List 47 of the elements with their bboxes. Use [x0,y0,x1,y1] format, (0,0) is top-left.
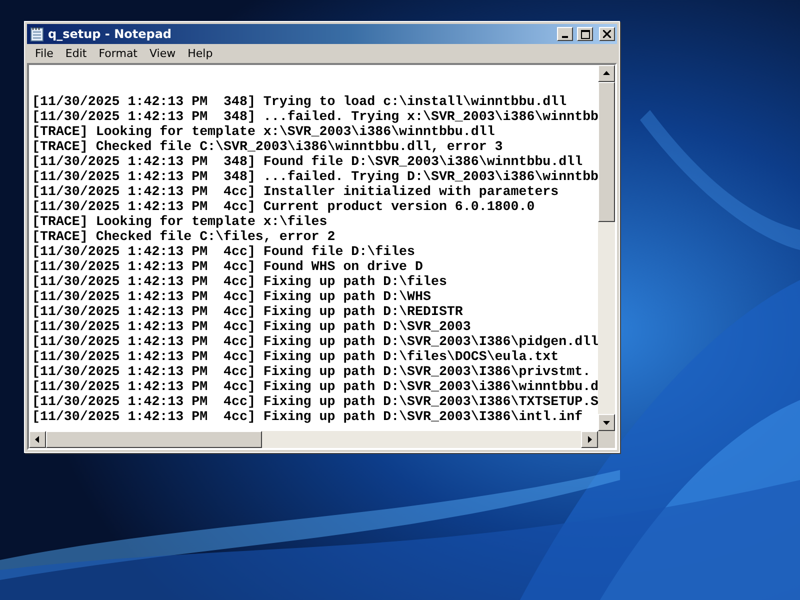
notepad-icon [30,26,44,42]
minimize-button[interactable] [557,27,573,41]
down-arrow-icon [603,419,610,426]
log-line: [TRACE] Looking for template x:\files [32,214,328,229]
scroll-up-button[interactable] [598,65,615,82]
log-line: [TRACE] Checked file C:\SVR_2003\i386\winntbbu.dll, error 3 [32,139,503,154]
log-line: [TRACE] Checked file C:\files, error 2 [32,229,336,244]
close-icon [603,30,611,38]
scroll-right-button[interactable] [581,431,598,448]
log-line: [11/30/2025 1:42:13 PM 348] Found file D:\SVR_2003\i386\winntbbu.dll [32,154,583,169]
log-line: [11/30/2025 1:42:13 PM 348] ...failed. Trying x:\SVR_2003\i386\winntbb [32,109,598,124]
log-line: [11/30/2025 1:42:13 PM 4cc] Found WHS on drive D [32,259,423,274]
scroll-thumb[interactable] [46,431,262,448]
menu-item[interactable]: View [144,47,182,60]
log-line: [TRACE] Looking for template x:\SVR_2003\i386\winntbbu.dll [32,124,495,139]
menu-item[interactable]: Help [182,47,219,60]
maximize-button[interactable] [577,27,593,41]
log-line: [11/30/2025 1:42:13 PM 348] ...failed. Trying D:\SVR_2003\i386\winntbb [32,169,598,184]
log-line: [11/30/2025 1:42:13 PM 4cc] Fixing up path D:\SVR_2003\i386\winntbbu.d [32,379,598,394]
size-grip[interactable] [598,431,615,448]
log-line: [11/30/2025 1:42:13 PM 4cc] Found file D:\files [32,244,416,259]
log-line: [11/30/2025 1:42:13 PM 4cc] Fixing up path D:\files\DOCS\eula.txt [32,349,559,364]
log-line: [11/30/2025 1:42:13 PM 348] Trying to load c:\install\winntbbu.dll [32,94,567,109]
log-line: [11/30/2025 1:42:13 PM 4cc] Fixing up path D:\SVR_2003 [32,319,471,334]
window-title: q_setup - Notepad [48,27,173,41]
maximize-icon [580,30,590,38]
horizontal-scrollbar[interactable] [29,431,598,448]
log-line: [11/30/2025 1:42:13 PM 4cc] Fixing up path D:\SVR_2003\I386\TXTSETUP.S [32,394,598,409]
log-line: [11/30/2025 1:42:13 PM 4cc] Current product version 6.0.1800.0 [32,199,535,214]
menu-item[interactable]: Format [92,47,144,60]
menu-item[interactable]: File [29,47,60,60]
log-line: [11/30/2025 1:42:13 PM 4cc] Fixing up path D:\SVR_2003\I386\privstmt. [32,364,591,379]
close-button[interactable] [599,27,615,41]
log-line: [11/30/2025 1:42:13 PM 4cc] Fixing up path D:\SVR_2003\I386\intl.inf [32,409,583,424]
vertical-scrollbar[interactable] [598,65,615,431]
log-line: [11/30/2025 1:42:13 PM 4cc] Fixing up path D:\SVR_2003\I386\pidgen.dll [32,334,598,349]
left-arrow-icon [34,436,41,443]
right-arrow-icon [586,436,593,443]
menu-item[interactable]: Edit [59,47,93,60]
scroll-thumb[interactable] [598,82,615,222]
up-arrow-icon [603,70,610,77]
log-line: [11/30/2025 1:42:13 PM 4cc] Fixing up path D:\REDISTR [32,304,463,319]
log-line: [11/30/2025 1:42:13 PM 4cc] Installer initialized with parameters [32,184,559,199]
log-line: [11/30/2025 1:42:13 PM 4cc] Fixing up path D:\WHS [32,289,431,304]
scroll-left-button[interactable] [29,431,46,448]
scroll-down-button[interactable] [598,414,615,431]
log-line: [11/30/2025 1:42:13 PM 4cc] Fixing up path D:\files [32,274,447,289]
